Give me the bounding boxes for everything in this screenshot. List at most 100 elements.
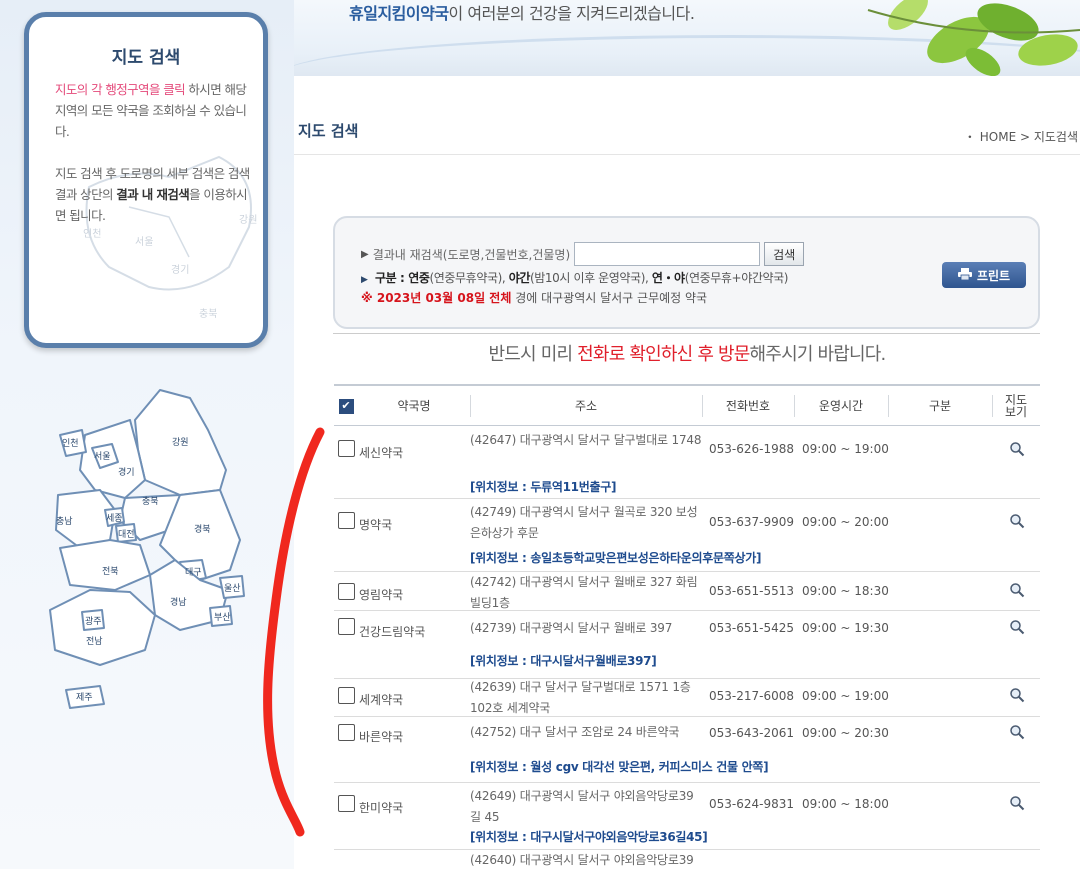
research-label: 결과내 재검색(도로명,건물번호,건물명) [372, 247, 571, 262]
pharmacy-name[interactable]: 명약국 [359, 516, 392, 533]
map-search-help: 지도의 각 행정구역을 클릭 하시면 해당 지역의 모든 약국을 조회하실 수 … [55, 82, 250, 223]
pharmacy-name[interactable]: 세계약국 [359, 691, 403, 708]
date-highlight: ※ 2023년 03월 08일 전체 [361, 291, 512, 305]
pharmacy-hours: 09:00 ~ 20:00 [802, 515, 889, 529]
search-panel: ▶ 결과내 재검색(도로명,건물번호,건물명) 검색 ▶ 구분 : 연중(연중무… [333, 216, 1040, 329]
pharmacy-name[interactable]: 한미약국 [359, 799, 403, 816]
row-checkbox[interactable] [338, 687, 355, 704]
region-label-jeonnam: 전남 [86, 636, 103, 647]
search-button[interactable]: 검색 [764, 242, 805, 266]
region-label-gyeongbuk: 경북 [194, 523, 211, 535]
table-row: 영림약국 (42742) 대구광역시 달서구 월배로 327 화림빌딩1층 05… [334, 572, 1040, 611]
row-checkbox[interactable] [338, 618, 355, 635]
pharmacy-name[interactable]: 영림약국 [359, 586, 403, 603]
header-hours: 운영시간 [818, 399, 864, 413]
breadcrumb-text[interactable]: HOME > 지도검색 [980, 130, 1078, 144]
magnifier-icon[interactable] [1009, 724, 1025, 740]
pharmacy-phone: 053-624-9831 [709, 797, 795, 811]
header-name: 약국명 [397, 399, 431, 413]
row-checkbox[interactable] [338, 512, 355, 529]
table-row: 세계약국 (42639) 대구 달서구 달구벌대로 1571 1층 102호 세… [334, 679, 1040, 717]
printer-icon [957, 267, 972, 283]
print-button-label: 프린트 [976, 268, 1011, 283]
pharmacy-address: (42749) 대구광역시 달서구 월곡로 320 보성은하상가 후문 [470, 505, 698, 540]
pharmacy-hours: 09:00 ~ 18:00 [802, 797, 889, 811]
select-all-checkbox[interactable]: ✔ [338, 398, 354, 414]
table-row: 한미약국 (42649) 대구광역시 달서구 야외음악당로39길 45 053-… [334, 783, 1040, 850]
pharmacy-address: (42647) 대구광역시 달서구 달구벌대로 1748 [470, 433, 702, 447]
pharmacy-name[interactable]: 바른약국 [359, 728, 403, 745]
region-jeonbuk[interactable] [59, 539, 151, 591]
magnifier-icon[interactable] [1009, 795, 1025, 811]
print-button[interactable]: 프린트 [942, 262, 1026, 288]
region-label-seoul: 서울 [94, 451, 111, 462]
minimap-label-gyeonggi: 경기 [171, 263, 189, 276]
call-ahead-notice: 반드시 미리 전화로 확인하신 후 방문해주시기 바랍니다. [488, 344, 887, 365]
pharmacy-phone: 053-637-9909 [709, 515, 795, 529]
pharmacy-hours: 09:00 ~ 19:00 [802, 442, 889, 456]
pharmacy-address: (42739) 대구광역시 달서구 월배로 397 [470, 621, 673, 635]
region-label-chungnam: 충남 [56, 516, 73, 527]
magnifier-icon[interactable] [1009, 441, 1025, 457]
table-row: 건강드림약국 (42739) 대구광역시 달서구 월배로 397 053-651… [334, 611, 1040, 679]
row-checkbox[interactable] [338, 440, 355, 457]
region-label-jeonbuk: 전북 [102, 566, 119, 577]
research-input[interactable] [574, 242, 761, 266]
table-row: 명약국 (42749) 대구광역시 달서구 월곡로 320 보성은하상가 후문 … [334, 499, 1040, 572]
header-type: 구분 [928, 399, 952, 413]
location-info: [위치정보 : 송일초등학교맞은편보성은하타운의후문쪽상가] [470, 551, 762, 565]
pharmacy-table: ✔ 약국명 주소 전화번호 운영시간 구분 지도 보기 세신약국 (42647)… [334, 384, 1040, 869]
region-label-daegu: 대구 [185, 567, 202, 578]
left-sidebar: 인천 서울 강원 경기 충북 지도 검색 지도의 각 행정구역을 클릭 하시면 … [0, 0, 294, 869]
breadcrumb-bullet: ・ [963, 130, 980, 144]
pharmacy-address: (42742) 대구광역시 달서구 월배로 327 화림빌딩1층 [470, 575, 698, 610]
magnifier-icon[interactable] [1009, 582, 1025, 598]
table-row: 세신약국 (42647) 대구광역시 달서구 달구벌대로 1748 053-62… [334, 426, 1040, 499]
date-description: 경에 대구광역시 달서구 근무예정 약국 [511, 291, 708, 305]
region-label-gwangju: 광주 [85, 615, 102, 627]
location-info: [위치정보 : 대구시달서구월배로397] [470, 654, 657, 668]
region-label-sejong: 세종 [106, 513, 123, 524]
header-select-all[interactable]: ✔ [334, 386, 358, 426]
magnifier-icon[interactable] [1009, 687, 1025, 703]
header-slogan: 휴일지킴이약국이 여러분의 건강을 지켜드리겠습니다. [349, 4, 695, 23]
pharmacy-name[interactable]: 세신약국 [359, 444, 403, 461]
title-divider [294, 154, 1080, 155]
pharmacy-name[interactable]: 건강드림약국 [359, 623, 425, 640]
pharmacy-address: (42649) 대구광역시 달서구 야외음악당로39길 45 [470, 789, 694, 824]
date-info: ※ 2023년 03월 08일 전체 경에 대구광역시 달서구 근무예정 약국 [361, 289, 707, 306]
magnifier-icon[interactable] [1009, 619, 1025, 635]
pharmacy-hours: 09:00 ~ 20:30 [802, 726, 889, 740]
location-info: [위치정보 : 월성 cgv 대각선 맞은편, 커피스미스 건물 안쪽] [470, 760, 769, 774]
region-label-gyeongnam: 경남 [170, 596, 187, 608]
region-label-jeju: 제주 [76, 692, 93, 703]
pharmacy-hours: 09:00 ~ 18:30 [802, 584, 889, 598]
pharmacy-phone: 053-626-1988 [709, 442, 795, 456]
header-phone: 전화번호 [725, 399, 771, 413]
location-info: [위치정보 : 두류역11번출구] [470, 480, 617, 494]
page-title: 지도 검색 [298, 122, 359, 140]
row-checkbox[interactable] [338, 724, 355, 741]
region-label-incheon: 인천 [62, 438, 79, 449]
header-address: 주소 [574, 399, 598, 413]
row-checkbox[interactable] [338, 795, 355, 812]
map-search-info-box: 인천 서울 강원 경기 충북 지도 검색 지도의 각 행정구역을 클릭 하시면 … [24, 12, 268, 348]
region-label-gyeonggi: 경기 [118, 466, 135, 478]
pharmacy-phone: 053-217-6008 [709, 689, 795, 703]
row-checkbox[interactable] [338, 583, 355, 600]
region-label-daejeon: 대전 [118, 529, 135, 540]
pharmacy-address: (42639) 대구 달서구 달구벌대로 1571 1층 102호 세계약국 [470, 680, 691, 715]
triangle-bullet-icon: ▶ [361, 248, 369, 260]
main-content: 지도 검색 ・ HOME > 지도검색 ▶ 결과내 재검색(도로명,건물번호,건… [294, 76, 1080, 869]
region-label-ulsan: 울산 [224, 583, 241, 594]
research-row: ▶ 결과내 재검색(도로명,건물번호,건물명) 검색 [361, 242, 805, 266]
pharmacy-hours: 09:00 ~ 19:30 [802, 621, 889, 635]
pharmacy-phone: 053-651-5513 [709, 584, 795, 598]
region-label-gangwon: 강원 [172, 437, 189, 448]
magnifier-icon[interactable] [1009, 513, 1025, 529]
pharmacy-address: (42640) 대구광역시 달서구 야외음악당로39 [470, 853, 694, 867]
table-header: ✔ 약국명 주소 전화번호 운영시간 구분 지도 보기 [334, 384, 1040, 426]
table-row: 바른약국 (42752) 대구 달서구 조암로 24 바른약국 053-643-… [334, 717, 1040, 783]
header-map-view: 지도 보기 [1004, 393, 1028, 419]
minimap-label-chungbuk: 충북 [199, 308, 217, 320]
